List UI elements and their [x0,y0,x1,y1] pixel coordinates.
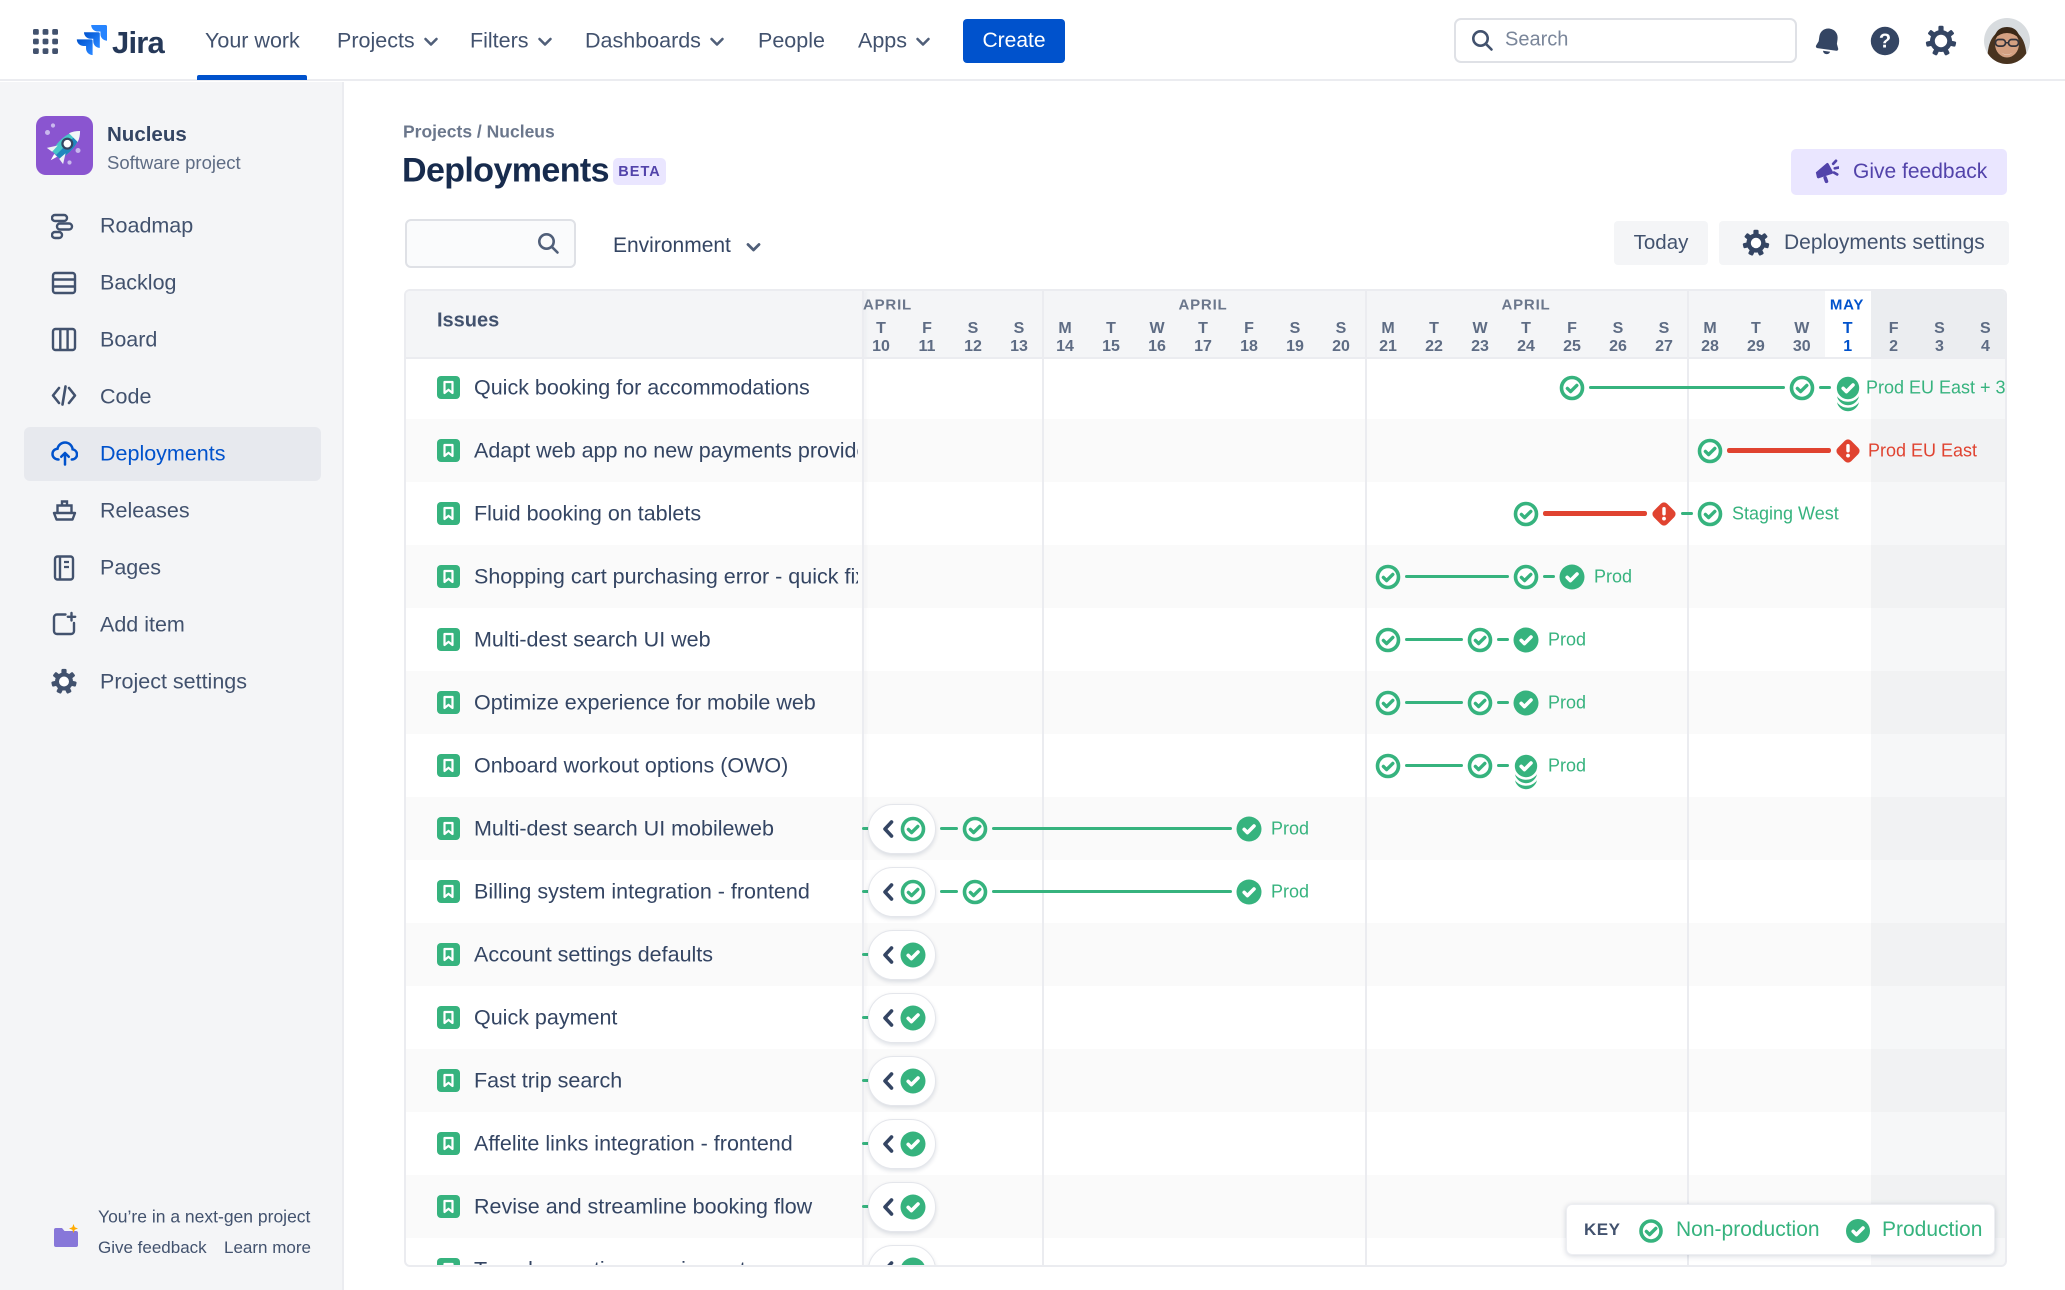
svg-text:?: ? [1879,31,1891,53]
